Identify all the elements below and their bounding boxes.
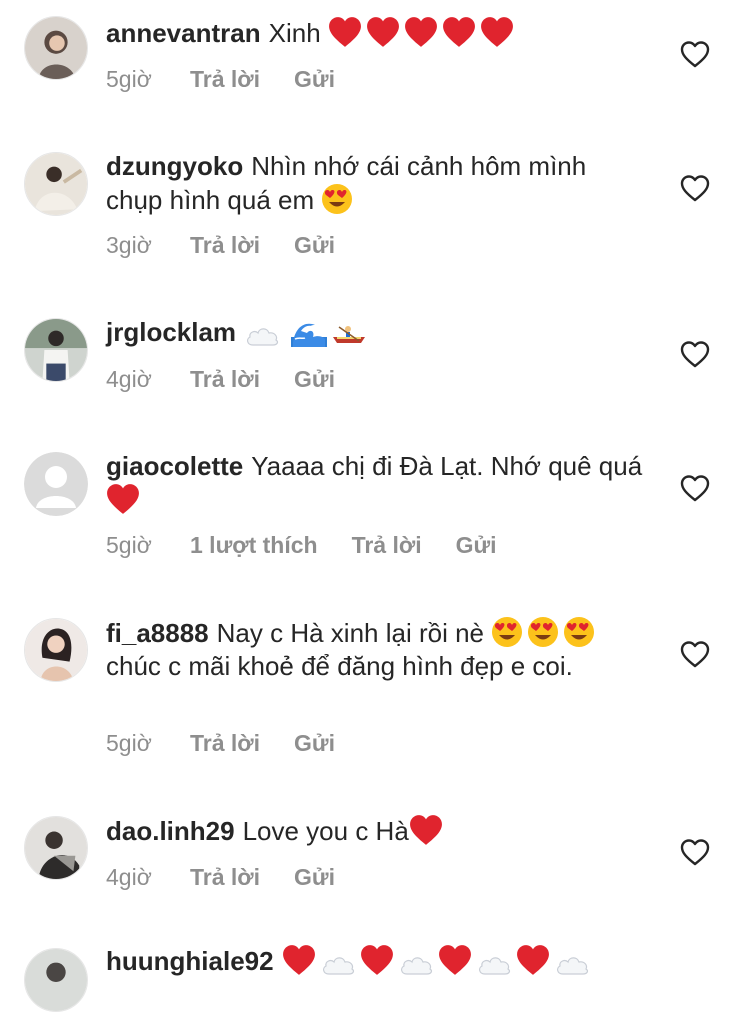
comment-text: annevantran Xinh	[106, 16, 646, 50]
reply-button[interactable]: Trả lời	[190, 232, 260, 259]
reply-button[interactable]: Trả lời	[190, 730, 260, 757]
comment-text: dao.linh29 Love you c Hà	[106, 814, 646, 848]
comment-text: fi_a8888 Nay c Hà xinh lại rồi nè chúc c …	[106, 616, 646, 683]
heart-outline-icon[interactable]	[680, 40, 710, 68]
heart-outline-icon[interactable]	[680, 340, 710, 368]
reply-button[interactable]: Trả lời	[190, 66, 260, 93]
heart-outline-icon[interactable]	[680, 640, 710, 668]
heart-outline-icon[interactable]	[680, 474, 710, 502]
comment-meta: 4giờ Trả lời Gửi	[106, 864, 335, 891]
heart-emoji-icon	[438, 944, 472, 976]
comment-meta: 4giờ Trả lời Gửi	[106, 366, 335, 393]
reply-button[interactable]: Trả lời	[352, 532, 422, 559]
send-button[interactable]: Gửi	[294, 232, 335, 259]
reply-button[interactable]: Trả lời	[190, 366, 260, 393]
reply-button[interactable]: Trả lời	[190, 864, 260, 891]
avatar[interactable]	[24, 152, 88, 216]
comment-body: Love you c Hà	[242, 816, 409, 846]
heart-emoji-icon	[480, 16, 514, 48]
heart-outline-icon[interactable]	[680, 838, 710, 866]
avatar[interactable]	[24, 618, 88, 682]
wave-emoji-icon	[291, 317, 327, 347]
heart-eyes-emoji-icon	[527, 616, 559, 648]
heart-emoji-icon	[282, 944, 316, 976]
username[interactable]: dzungyoko	[106, 151, 243, 181]
avatar[interactable]	[24, 318, 88, 382]
cloud-emoji-icon	[320, 952, 356, 976]
username[interactable]: jrglocklam	[106, 317, 236, 347]
avatar[interactable]	[24, 816, 88, 880]
likes-count[interactable]: 1 lượt thích	[190, 532, 318, 559]
comment-body: chúc c mãi khoẻ để đăng hình đẹp e coi.	[106, 651, 573, 681]
avatar[interactable]	[24, 948, 88, 1012]
heart-emoji-icon	[404, 16, 438, 48]
comment-meta: 5giờ 1 lượt thích Trả lời Gửi	[106, 532, 497, 559]
timestamp: 4giờ	[106, 864, 152, 890]
timestamp: 5giờ	[106, 730, 152, 756]
heart-emoji-icon	[409, 814, 443, 846]
comment-text: dzungyoko Nhìn nhớ cái cảnh hôm mình chụp…	[106, 150, 646, 217]
comment-text: giaocolette Yaaaa chị đi Đà Lạt. Nhớ quê …	[106, 450, 646, 517]
cloud-emoji-icon	[244, 323, 280, 347]
heart-eyes-emoji-icon	[491, 616, 523, 648]
timestamp: 5giờ	[106, 66, 152, 92]
comment-meta: 5giờ Trả lời Gửi	[106, 730, 335, 757]
heart-emoji-icon	[106, 483, 140, 515]
comment-body: Nay c Hà xinh lại rồi nè	[216, 618, 484, 648]
canoe-emoji-icon	[331, 323, 367, 347]
heart-emoji-icon	[442, 16, 476, 48]
heart-emoji-icon	[360, 944, 394, 976]
cloud-emoji-icon	[476, 952, 512, 976]
heart-emoji-icon	[366, 16, 400, 48]
heart-eyes-emoji-icon	[321, 183, 353, 215]
send-button[interactable]: Gửi	[294, 864, 335, 891]
avatar[interactable]	[24, 452, 88, 516]
timestamp: 4giờ	[106, 366, 152, 392]
comment-meta: 5giờ Trả lời Gửi	[106, 66, 335, 93]
send-button[interactable]: Gửi	[294, 366, 335, 393]
cloud-emoji-icon	[554, 952, 590, 976]
comment-text: huunghiale92	[106, 944, 646, 978]
timestamp: 3giờ	[106, 232, 152, 258]
timestamp: 5giờ	[106, 532, 152, 558]
heart-emoji-icon	[516, 944, 550, 976]
send-button[interactable]: Gửi	[456, 532, 497, 559]
comment-body: Xinh	[268, 18, 321, 48]
cloud-emoji-icon	[398, 952, 434, 976]
comment-text: jrglocklam	[106, 316, 646, 349]
username[interactable]: giaocolette	[106, 451, 243, 481]
username[interactable]: dao.linh29	[106, 816, 235, 846]
username[interactable]: annevantran	[106, 18, 261, 48]
comment-meta: 3giờ Trả lời Gửi	[106, 232, 335, 259]
send-button[interactable]: Gửi	[294, 66, 335, 93]
comment-body: Yaaaa chị đi Đà Lạt. Nhớ quê quá	[251, 451, 643, 481]
heart-emoji-icon	[328, 16, 362, 48]
avatar[interactable]	[24, 16, 88, 80]
heart-outline-icon[interactable]	[680, 174, 710, 202]
heart-eyes-emoji-icon	[563, 616, 595, 648]
username[interactable]: fi_a8888	[106, 618, 209, 648]
send-button[interactable]: Gửi	[294, 730, 335, 757]
